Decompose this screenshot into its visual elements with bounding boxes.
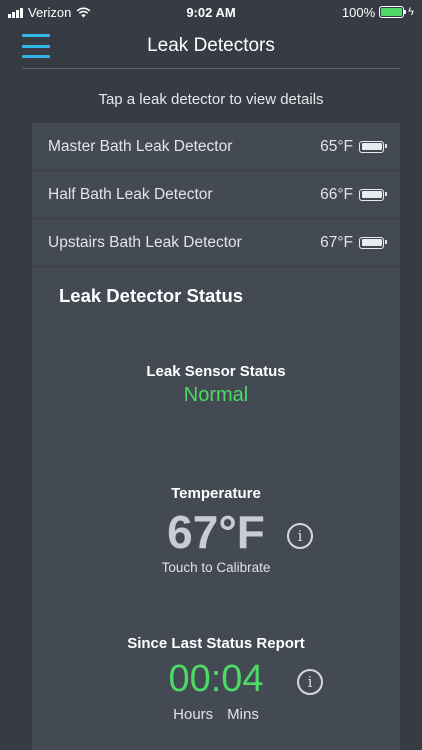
hours-label: Hours bbox=[173, 706, 214, 723]
detector-row-half-bath[interactable]: Half Bath Leak Detector 66°F bbox=[32, 171, 400, 219]
temperature-block[interactable]: Temperature 67°F Touch to Calibrate bbox=[32, 485, 400, 575]
status-bar: Verizon 9:02 AM 100% ϟ bbox=[0, 0, 422, 24]
detector-row-upstairs-bath[interactable]: Upstairs Bath Leak Detector 67°F bbox=[32, 219, 400, 267]
detector-meta: 67°F bbox=[320, 233, 387, 252]
elapsed-units: Hours Mins bbox=[32, 706, 400, 723]
detector-list: Master Bath Leak Detector 65°F Half Bath… bbox=[32, 123, 400, 267]
detector-name: Master Bath Leak Detector bbox=[48, 137, 233, 155]
page-title: Leak Detectors bbox=[147, 35, 275, 56]
detector-name: Half Bath Leak Detector bbox=[48, 185, 213, 203]
detector-row-master-bath[interactable]: Master Bath Leak Detector 65°F bbox=[32, 123, 400, 171]
nav-divider bbox=[22, 68, 400, 69]
elapsed-time-value: 00:04 bbox=[168, 658, 264, 700]
calibrate-text[interactable]: Touch to Calibrate bbox=[32, 560, 400, 575]
carrier-label: Verizon bbox=[28, 4, 72, 20]
battery-icon bbox=[359, 188, 387, 201]
phone-battery-icon bbox=[379, 6, 407, 18]
nav-bar: Leak Detectors bbox=[0, 24, 422, 70]
battery-icon bbox=[359, 140, 387, 153]
status-bar-left: Verizon bbox=[8, 5, 91, 20]
temperature-info-icon[interactable]: i bbox=[287, 523, 313, 549]
signal-strength-icon bbox=[8, 7, 23, 18]
leak-sensor-status-block: Leak Sensor Status Normal bbox=[32, 363, 400, 407]
battery-icon bbox=[359, 236, 387, 249]
status-report-info-icon[interactable]: i bbox=[297, 669, 323, 695]
detector-temp: 67°F bbox=[320, 233, 353, 251]
detector-meta: 66°F bbox=[320, 185, 387, 204]
detector-panel: Master Bath Leak Detector 65°F Half Bath… bbox=[32, 123, 400, 750]
temperature-label: Temperature bbox=[171, 485, 261, 502]
wifi-icon bbox=[76, 7, 91, 18]
status-bar-right: 100% ϟ bbox=[342, 5, 414, 20]
leak-sensor-label: Leak Sensor Status bbox=[146, 363, 286, 380]
mins-label: Mins bbox=[227, 706, 259, 723]
since-last-report-block: Since Last Status Report 00:04 Hours Min… bbox=[32, 635, 400, 723]
temperature-value[interactable]: 67°F bbox=[32, 506, 400, 558]
detector-temp: 65°F bbox=[320, 137, 353, 155]
charging-bolt-icon: ϟ bbox=[408, 6, 414, 18]
leak-sensor-value: Normal bbox=[183, 384, 249, 406]
section-title: Leak Detector Status bbox=[59, 285, 244, 306]
detector-name: Upstairs Bath Leak Detector bbox=[48, 233, 242, 251]
battery-percent: 100% bbox=[341, 4, 376, 20]
detector-meta: 65°F bbox=[320, 137, 387, 156]
screen: Verizon 9:02 AM 100% ϟ Leak Detectors Ta… bbox=[0, 0, 422, 750]
since-last-report-label: Since Last Status Report bbox=[127, 635, 305, 652]
detector-temp: 66°F bbox=[320, 185, 353, 203]
hint-text: Tap a leak detector to view details bbox=[98, 91, 324, 108]
